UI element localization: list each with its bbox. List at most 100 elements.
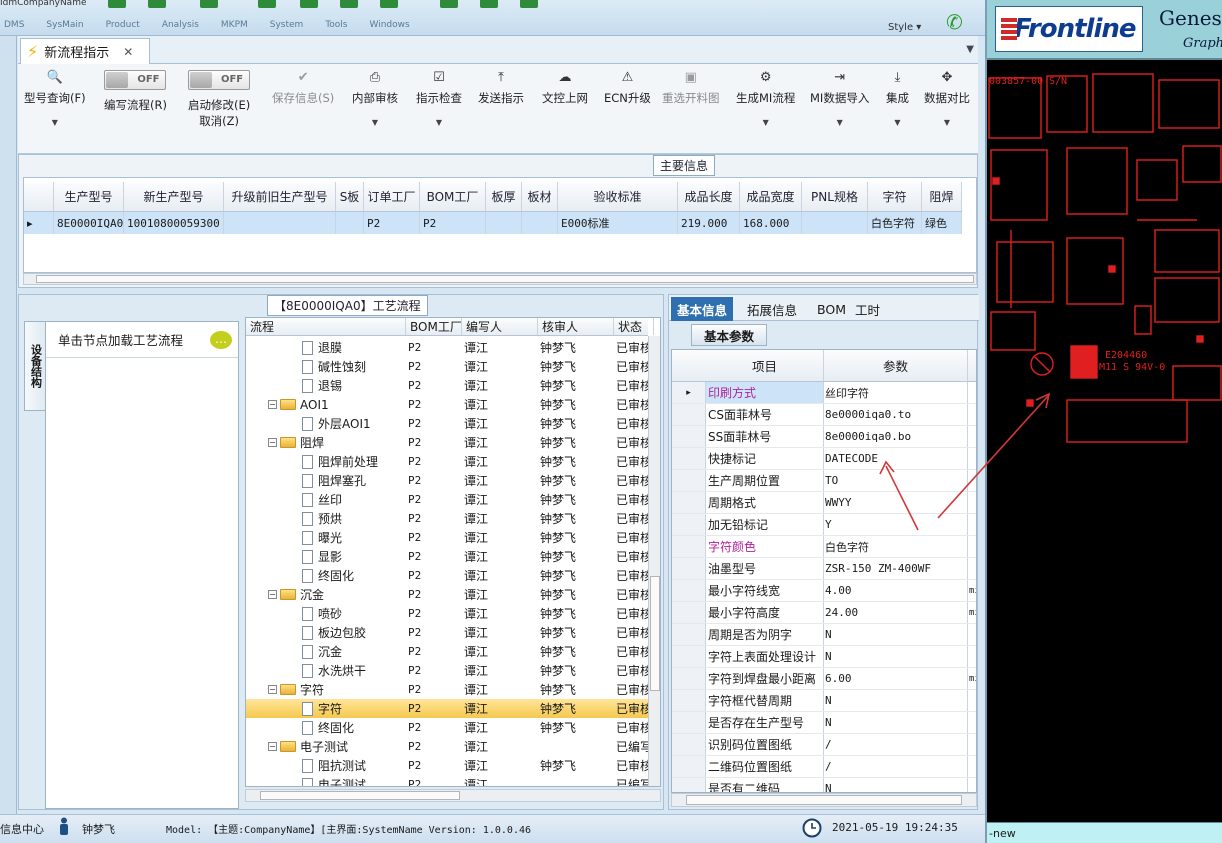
param-value[interactable]: N (824, 712, 968, 733)
tree-node[interactable]: 外层AOI1 P2 谭江 钟梦飞 已审核 (246, 414, 652, 433)
row-indicator[interactable] (672, 712, 706, 733)
row-indicator[interactable] (672, 756, 706, 777)
toolbar-button[interactable]: ☑ 指示检查 ▼ (416, 70, 462, 127)
toolbar-button[interactable]: ▣ 重选开料图 (662, 70, 720, 106)
param-value[interactable]: 白色字符 (824, 536, 968, 557)
horizontal-scrollbar[interactable] (23, 273, 977, 285)
tree-node[interactable]: 阻焊塞孔 P2 谭江 钟梦飞 已审核 (246, 471, 652, 490)
tree-node[interactable]: 板边包胶 P2 谭江 钟梦飞 已审核 (246, 623, 652, 642)
tree-node[interactable]: 终固化 P2 谭江 钟梦飞 已审核 (246, 718, 652, 737)
main-info-grid[interactable]: 生产型号 新生产型号 升级前旧生产型号 S板 订单工厂 BOM工厂 板厚 板材 验收标准 成品长度… (23, 177, 977, 273)
menu-item[interactable]: DMS (4, 20, 24, 30)
table-icon[interactable] (380, 0, 398, 8)
toolbar-button[interactable]: ☁ 文控上网 (542, 70, 588, 106)
param-value[interactable]: ZSR-150 ZM-400WF (824, 558, 968, 579)
toolbar-button[interactable]: ⇥ MI数据导入 ▼ (810, 70, 869, 127)
row-indicator[interactable] (672, 690, 706, 711)
column-header[interactable]: S板 (336, 182, 364, 211)
horizontal-scrollbar[interactable] (671, 793, 977, 807)
param-row[interactable]: 最小字符线宽4.00mi (672, 580, 976, 602)
row-indicator[interactable] (672, 646, 706, 667)
save-icon[interactable] (300, 0, 318, 8)
row-indicator[interactable] (672, 580, 706, 601)
column-header[interactable]: 验收标准 (558, 182, 678, 211)
grid-cell[interactable]: E000标准 (558, 212, 678, 234)
param-value[interactable]: N (824, 690, 968, 711)
column-header[interactable]: 成品长度 (678, 182, 740, 211)
menu-item[interactable]: Product (106, 20, 140, 30)
tree-node[interactable]: 显影 P2 谭江 钟梦飞 已审核 (246, 547, 652, 566)
tools-icon[interactable] (258, 0, 276, 8)
param-row[interactable]: ▸ 印刷方式 丝印字符 (672, 382, 976, 404)
tree-node[interactable]: − 电子测试 P2 谭江 已编写 (246, 737, 652, 756)
grid-cell[interactable]: 10010800059300 (124, 212, 224, 234)
tree-node[interactable]: 喷砂 P2 谭江 钟梦飞 已审核 (246, 604, 652, 623)
toolbar-button[interactable]: ✥ 数据对比 ▼ (924, 70, 970, 127)
tree-node[interactable]: 丝印 P2 谭江 钟梦飞 已审核 (246, 490, 652, 509)
tab-detail[interactable]: 工时 (849, 297, 886, 321)
param-grid[interactable]: 项目 参数 ▸ 印刷方式 丝印字符 CS面菲林号 8e0000iqa0.to SS面菲林号 8… (671, 349, 977, 793)
column-header[interactable]: 参数 (824, 350, 968, 381)
column-header[interactable]: 新生产型号 (124, 182, 224, 211)
tree-node[interactable]: − AOI1 P2 谭江 钟梦飞 已审核 (246, 395, 652, 414)
row-indicator[interactable] (672, 778, 706, 792)
user-icon[interactable] (440, 0, 458, 8)
tree-node[interactable]: − 阻焊 P2 谭江 钟梦飞 已审核 (246, 433, 652, 452)
param-row[interactable]: 字符颜色 白色字符 (672, 536, 976, 558)
tree-node[interactable]: 沉金 P2 谭江 钟梦飞 已审核 (246, 642, 652, 661)
tree-node[interactable]: 阻抗测试 P2 谭江 钟梦飞 已审核 (246, 756, 652, 775)
tree-node[interactable]: − 字符 P2 谭江 钟梦飞 已审核 (246, 680, 652, 699)
tab-detail[interactable]: BOM (811, 297, 852, 321)
globe-icon[interactable] (148, 0, 166, 8)
toolbar-button[interactable]: ⎙ 内部审核 ▼ (352, 70, 398, 127)
menu-item[interactable]: Tools (325, 20, 347, 30)
column-header[interactable]: 字符 (868, 182, 922, 211)
column-header[interactable]: 项目 (706, 350, 824, 381)
column-header[interactable]: 板材 (522, 182, 558, 211)
row-indicator[interactable] (672, 404, 706, 425)
grid-icon[interactable] (200, 0, 218, 8)
dropdown-arrow-icon[interactable]: ▼ (736, 118, 795, 127)
monitor-icon[interactable] (480, 0, 498, 8)
tab-new-process[interactable]: ⚡ 新流程指示 ✕ (20, 38, 150, 64)
param-value[interactable]: DATECODE (824, 448, 968, 469)
menu-item[interactable]: MKPM (221, 20, 248, 30)
scroll-thumb[interactable] (36, 275, 974, 283)
dropdown-arrow-icon[interactable]: ▼ (924, 118, 970, 127)
tree-node[interactable]: 字符 P2 谭江 钟梦飞 已审核 (246, 699, 652, 718)
grid-cell[interactable]: 168.000 (740, 212, 802, 234)
column-header[interactable]: 阻焊 (922, 182, 962, 211)
row-indicator[interactable]: ▸ (672, 382, 706, 403)
column-header[interactable]: 板厚 (486, 182, 522, 211)
dropdown-arrow-icon[interactable]: ▼ (416, 118, 462, 127)
param-row[interactable]: 最小字符高度24.00mi (672, 602, 976, 624)
grid-cell[interactable] (522, 212, 558, 234)
tab-dropdown-icon[interactable]: ▼ (966, 44, 974, 55)
row-indicator[interactable] (672, 470, 706, 491)
column-header[interactable]: BOM工厂 (420, 182, 486, 211)
row-indicator[interactable]: ▸ (24, 212, 54, 234)
param-row[interactable]: CS面菲林号 8e0000iqa0.to (672, 404, 976, 426)
param-row[interactable]: 二维码位置图纸 / (672, 756, 976, 778)
row-indicator[interactable] (672, 514, 706, 535)
tree-node[interactable]: 曝光 P2 谭江 钟梦飞 已审核 (246, 528, 652, 547)
collapse-toggle-icon[interactable]: − (268, 742, 277, 751)
tab-detail[interactable]: 基本信息 (671, 297, 734, 321)
style-menu[interactable]: Style ▾ (888, 22, 921, 33)
param-row[interactable]: 加无铅标记 Y (672, 514, 976, 536)
param-value[interactable]: 6.00 (824, 668, 968, 689)
dropdown-arrow-icon[interactable]: ▼ (886, 118, 909, 127)
param-value[interactable]: Y (824, 514, 968, 535)
chat-bubble-icon[interactable]: … (210, 330, 232, 349)
param-value[interactable]: 丝印字符 (824, 382, 968, 403)
column-header[interactable]: 成品宽度 (740, 182, 802, 211)
row-indicator[interactable] (672, 426, 706, 447)
row-indicator[interactable] (672, 624, 706, 645)
param-value[interactable]: 24.00 (824, 602, 968, 623)
column-header[interactable]: 核审人 (538, 318, 614, 335)
column-header[interactable]: 编写人 (462, 318, 538, 335)
menu-item[interactable]: System (270, 20, 304, 30)
column-header[interactable]: 流程 (246, 318, 406, 335)
row-indicator[interactable] (672, 448, 706, 469)
tree-node[interactable]: 预烘 P2 谭江 钟梦飞 已审核 (246, 509, 652, 528)
